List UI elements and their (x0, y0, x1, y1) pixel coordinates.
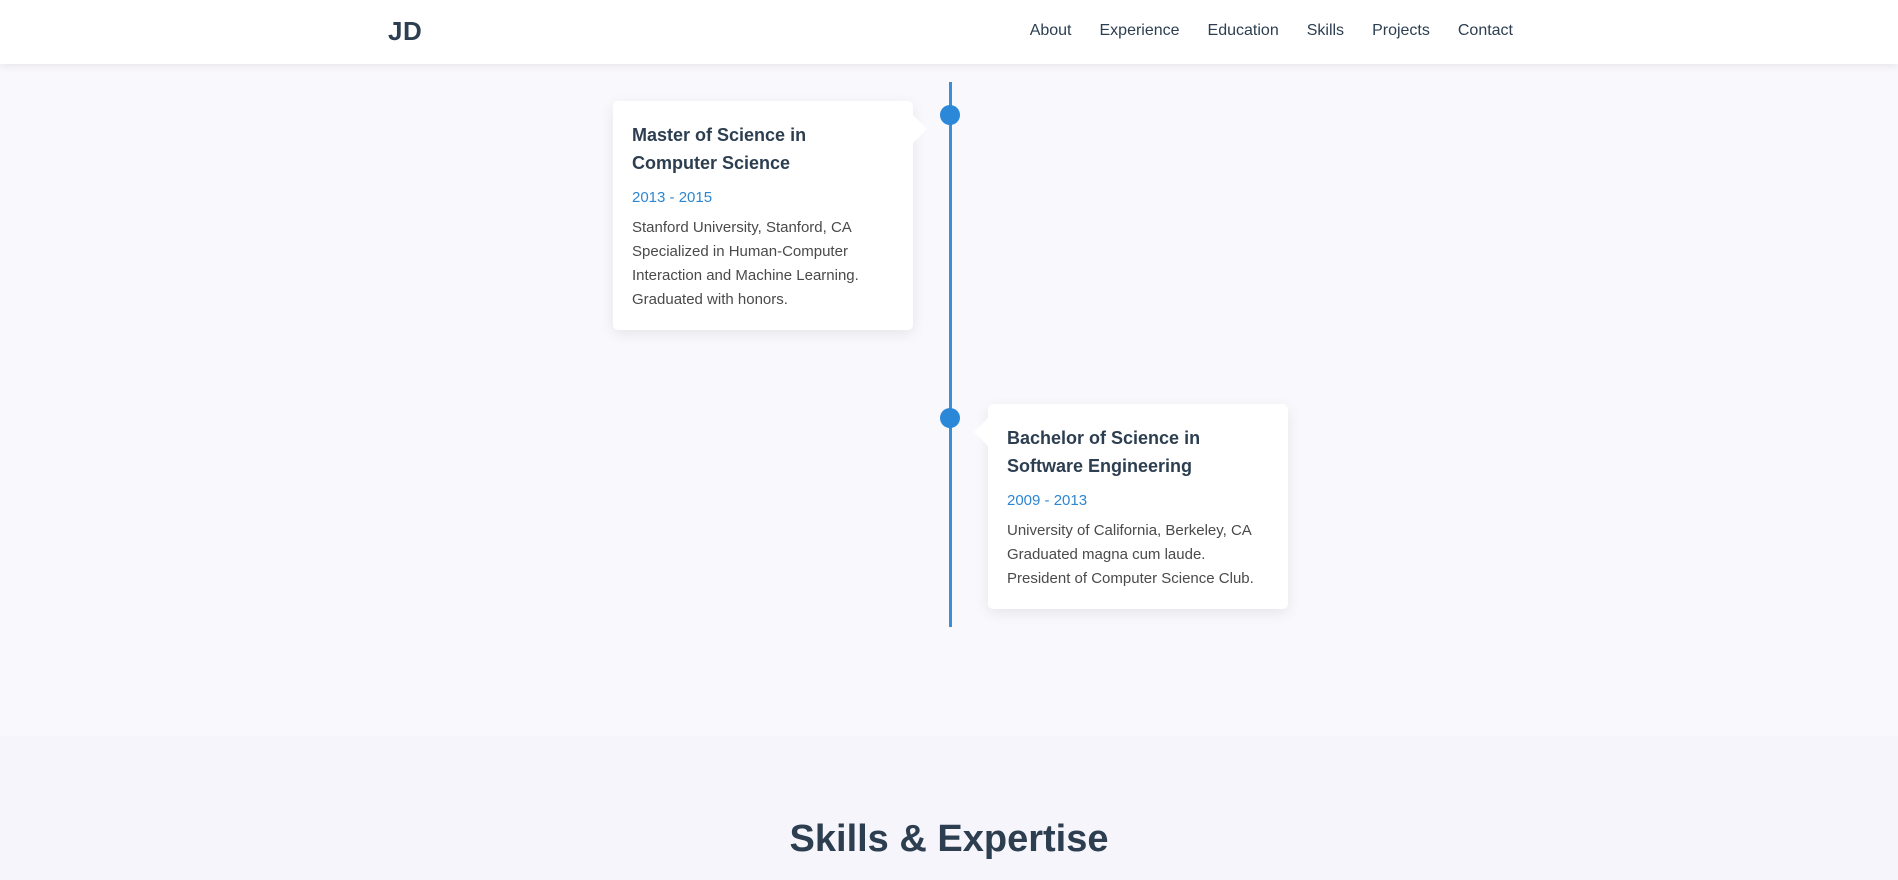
education-location: Stanford University, Stanford, CA (632, 219, 852, 236)
main-nav: About Experience Education Skills Projec… (1030, 22, 1513, 40)
education-title: Bachelor of Science in Software Engineer… (1007, 428, 1201, 476)
skills-section: Skills & Expertise (0, 736, 1898, 880)
education-date: 2013 - 2015 (632, 189, 713, 206)
nav-about[interactable]: About (1030, 22, 1072, 40)
education-date: 2009 - 2013 (1007, 492, 1088, 509)
education-card-masters: Master of Science in Computer Science 20… (613, 101, 927, 330)
timeline-line (949, 82, 952, 627)
nav-projects[interactable]: Projects (1372, 22, 1430, 40)
timeline-dot (940, 408, 960, 428)
nav-education[interactable]: Education (1208, 22, 1279, 40)
card-pointer (913, 115, 927, 143)
logo[interactable]: JD (388, 16, 422, 47)
education-description: Specialized in Human-Computer Interactio… (632, 243, 859, 308)
nav-skills[interactable]: Skills (1307, 22, 1344, 40)
education-description: Graduated magna cum laude. President of … (1007, 546, 1254, 587)
education-location: University of California, Berkeley, CA (1007, 522, 1252, 539)
site-header: JD About Experience Education Skills Pro… (0, 0, 1898, 64)
card-pointer (974, 418, 988, 446)
education-title: Master of Science in Computer Science (632, 125, 807, 173)
nav-contact[interactable]: Contact (1458, 22, 1513, 40)
nav-experience[interactable]: Experience (1100, 22, 1180, 40)
education-card-bachelors: Bachelor of Science in Software Engineer… (974, 404, 1288, 609)
skills-heading: Skills & Expertise (789, 818, 1109, 860)
timeline-dot (940, 105, 960, 125)
